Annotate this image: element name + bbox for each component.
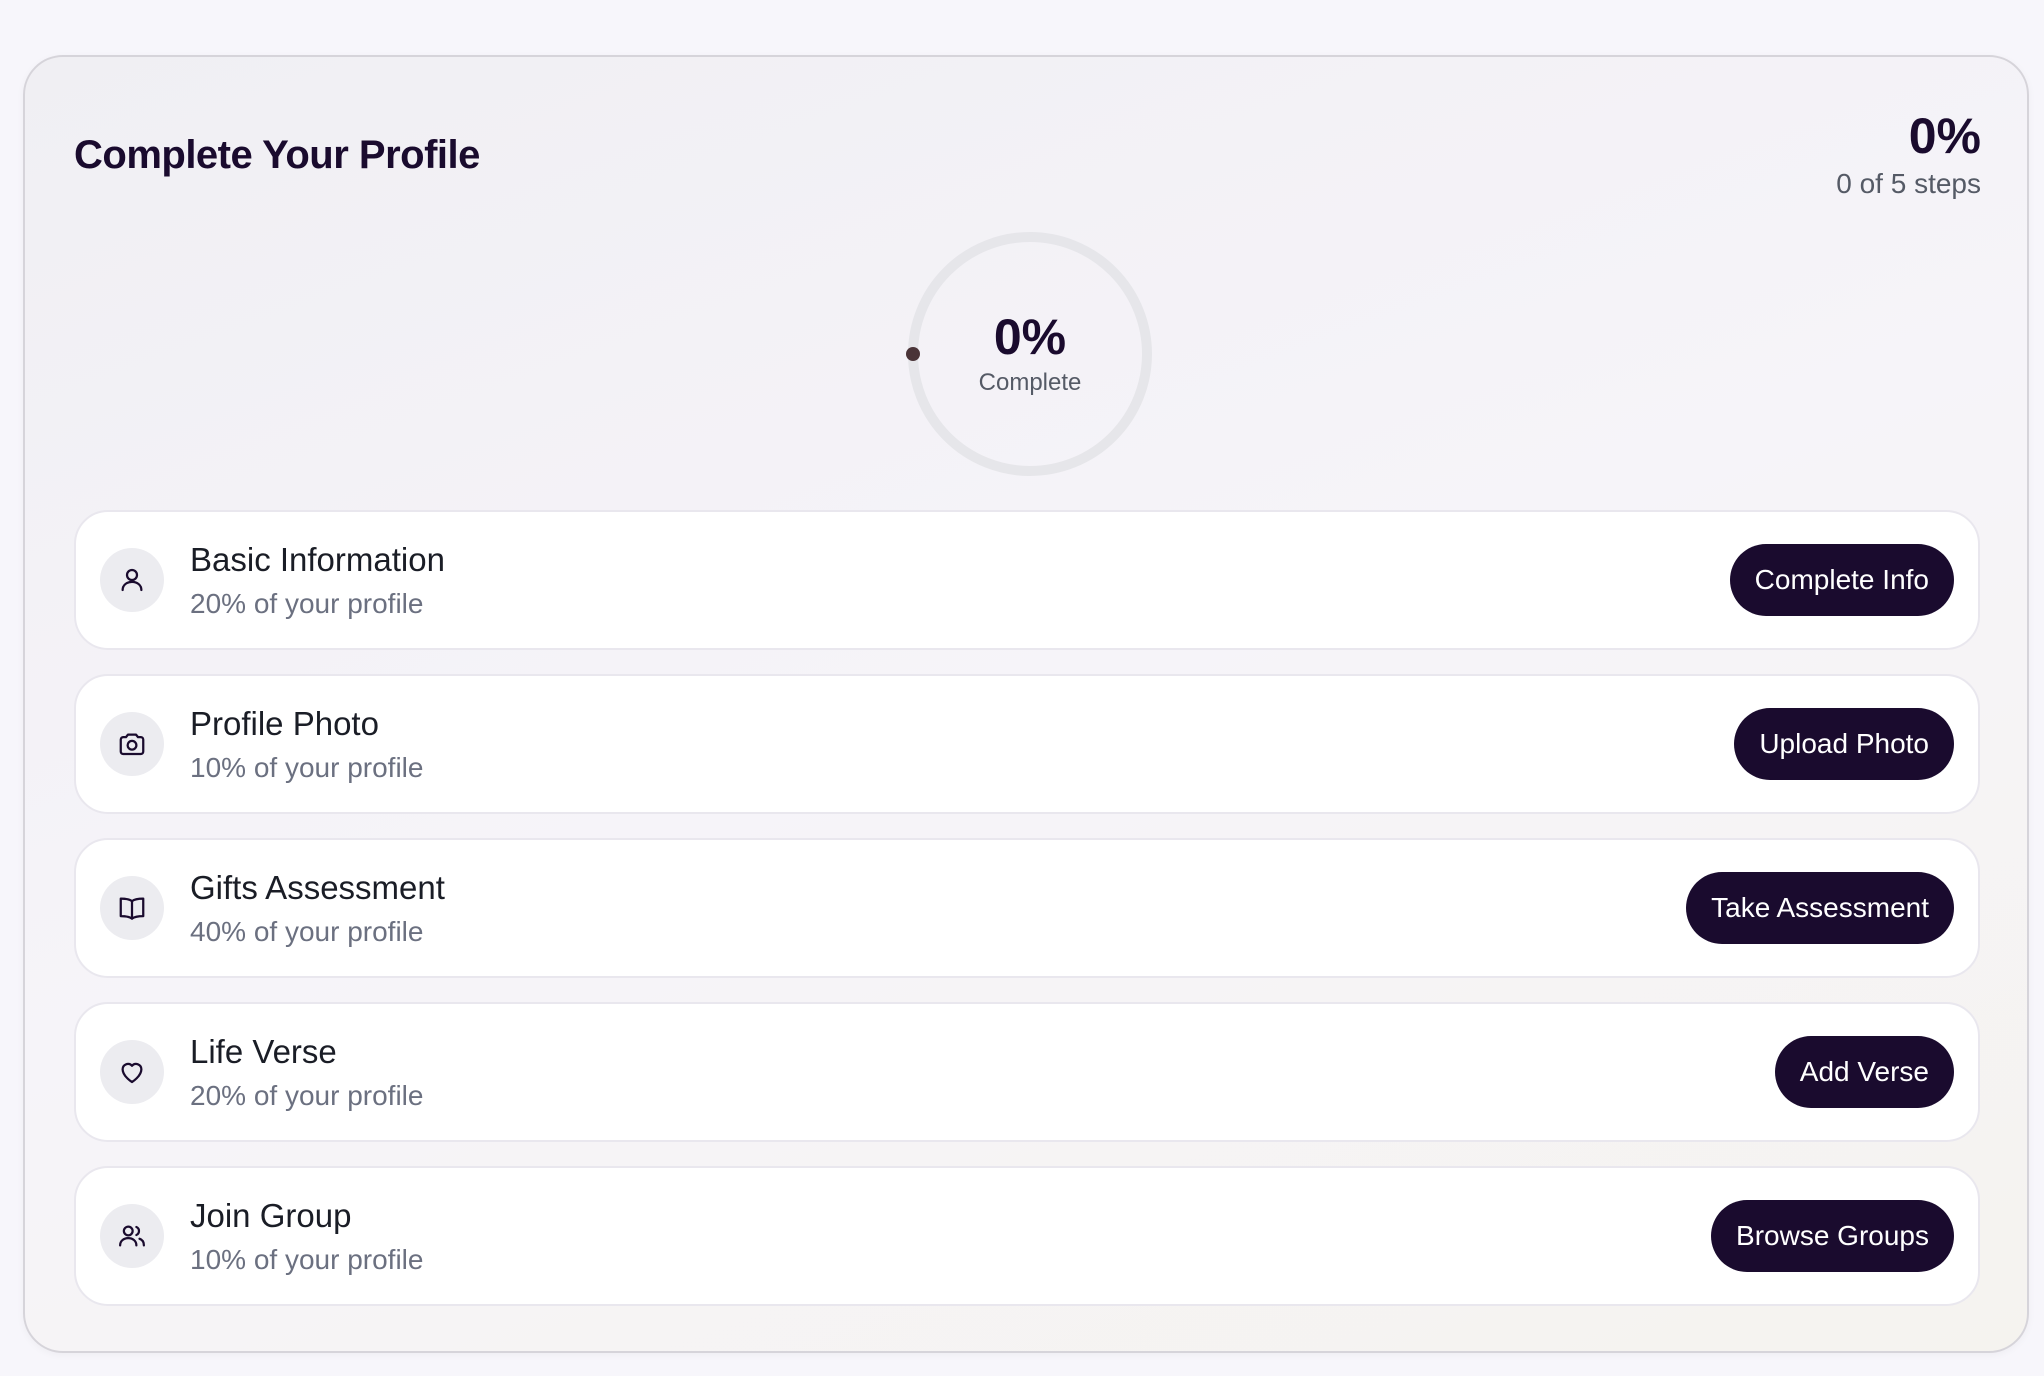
summary-percent: 0%: [1908, 108, 1981, 164]
progress-ring: 0% Complete: [905, 229, 1155, 479]
step-basic-information: Basic Information 20% of your profile Co…: [74, 510, 1980, 650]
step-subtitle: 10% of your profile: [190, 1243, 424, 1275]
step-subtitle: 20% of your profile: [190, 587, 424, 619]
step-title: Life Verse: [190, 1033, 337, 1071]
step-subtitle: 10% of your profile: [190, 751, 424, 783]
step-subtitle: 40% of your profile: [190, 915, 424, 947]
step-title: Basic Information: [190, 541, 445, 579]
heart-icon: [100, 1040, 164, 1104]
add-verse-button[interactable]: Add Verse: [1774, 1036, 1954, 1108]
step-life-verse: Life Verse 20% of your profile Add Verse: [74, 1002, 1980, 1142]
users-icon: [100, 1204, 164, 1268]
user-icon: [100, 548, 164, 612]
camera-icon: [100, 712, 164, 776]
book-icon: [100, 876, 164, 940]
step-profile-photo: Profile Photo 10% of your profile Upload…: [74, 674, 1980, 814]
step-join-group: Join Group 10% of your profile Browse Gr…: [74, 1166, 1980, 1306]
progress-label: Complete: [978, 369, 1082, 397]
step-gifts-assessment: Gifts Assessment 40% of your profile Tak…: [74, 838, 1980, 978]
progress-summary: 0% 0 of 5 steps: [1836, 109, 1981, 200]
profile-steps-list: Basic Information 20% of your profile Co…: [74, 510, 1980, 1330]
profile-completion-card: Complete Your Profile 0% 0 of 5 steps 0%…: [23, 55, 2029, 1353]
step-title: Gifts Assessment: [190, 869, 445, 907]
progress-percent: 0%: [993, 308, 1067, 365]
upload-photo-button[interactable]: Upload Photo: [1734, 708, 1954, 780]
step-subtitle: 20% of your profile: [190, 1079, 424, 1111]
browse-groups-button[interactable]: Browse Groups: [1711, 1200, 1954, 1272]
step-title: Profile Photo: [190, 705, 379, 743]
complete-info-button[interactable]: Complete Info: [1729, 544, 1954, 616]
summary-steps: 0 of 5 steps: [1836, 168, 1981, 199]
take-assessment-button[interactable]: Take Assessment: [1686, 872, 1954, 944]
page-title: Complete Your Profile: [74, 133, 480, 177]
step-title: Join Group: [190, 1197, 352, 1235]
